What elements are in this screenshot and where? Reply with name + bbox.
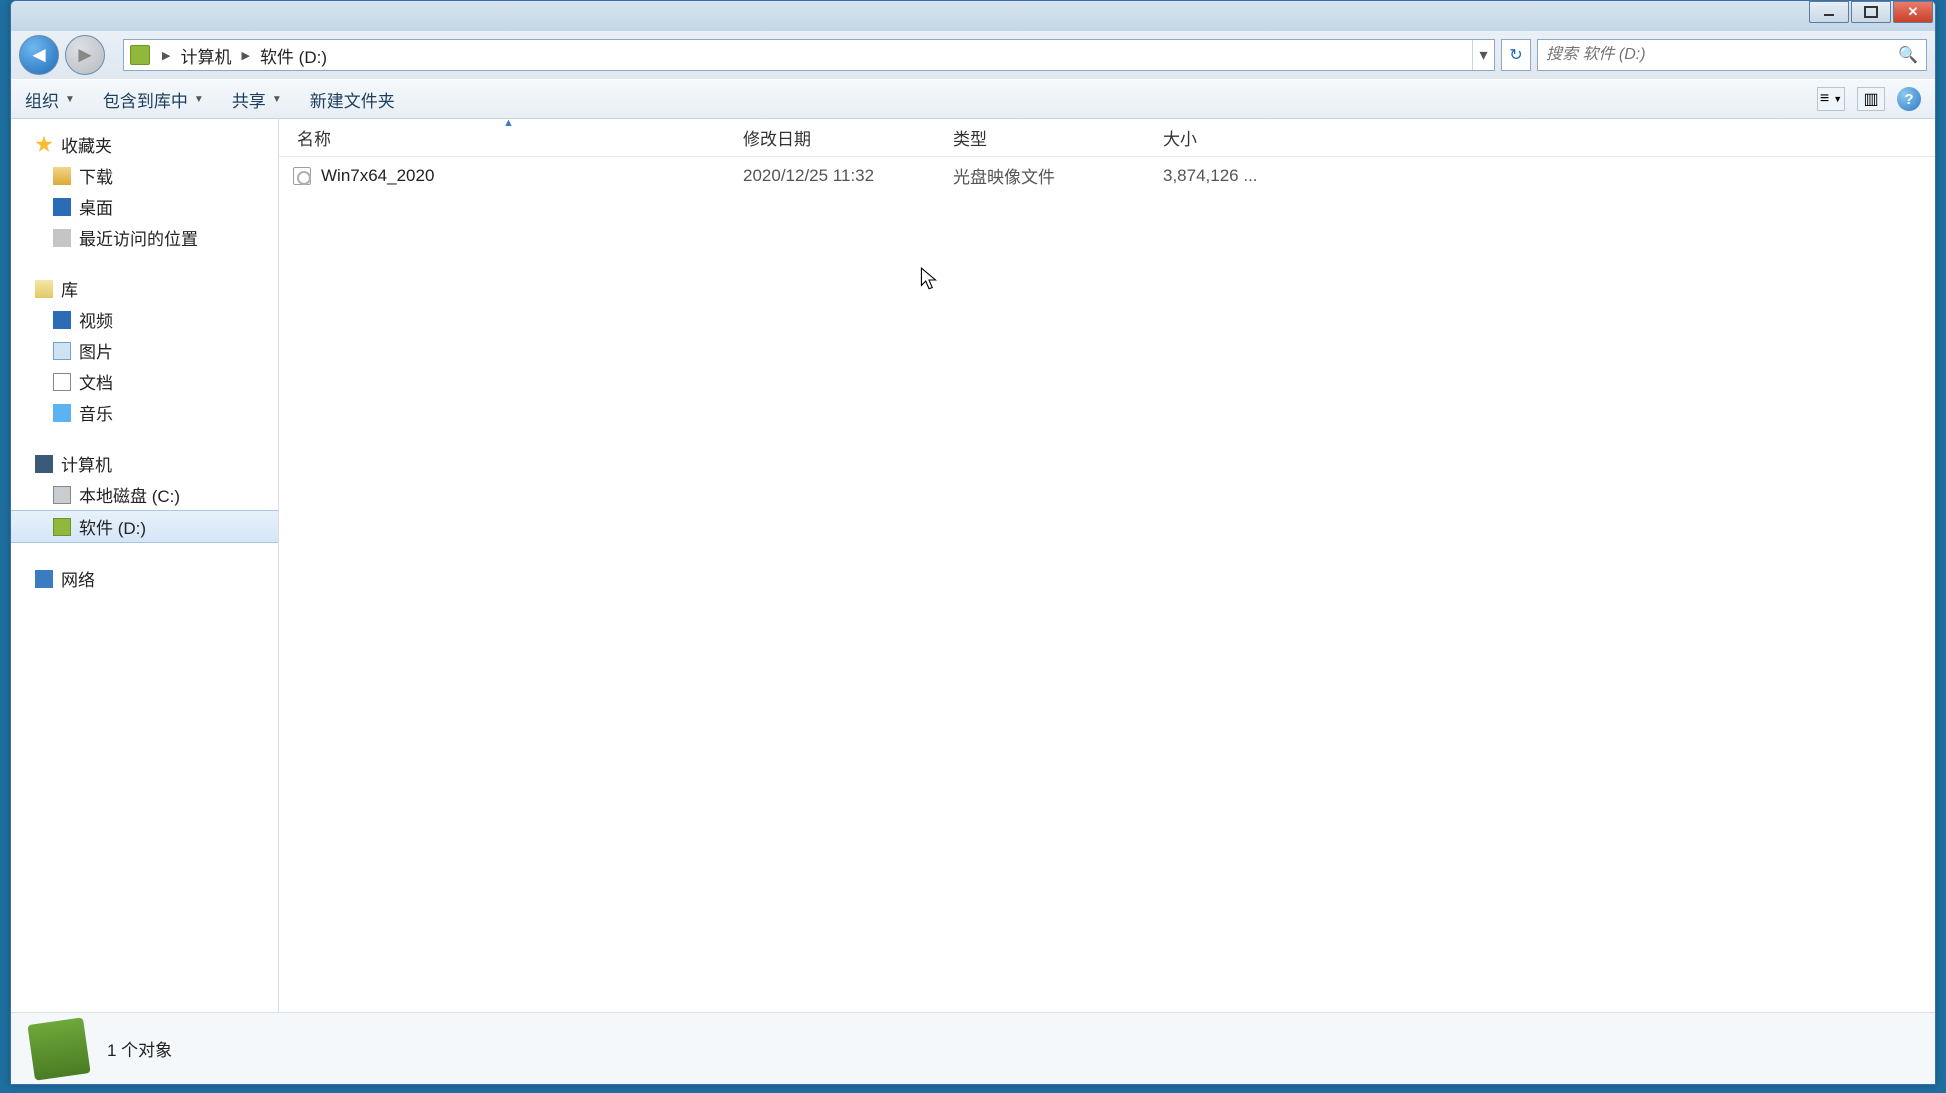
- picture-icon: [53, 342, 71, 360]
- navigation-pane[interactable]: 收藏夹 下载 桌面 最近访问的位置 库 视频 图片 文档 音乐 计算机 本地磁盘…: [11, 119, 279, 1012]
- sidebar-computer[interactable]: 计算机: [11, 448, 278, 479]
- maximize-button[interactable]: [1851, 1, 1891, 23]
- column-name[interactable]: 名称▲: [293, 125, 743, 150]
- dropdown-icon: ▼: [194, 94, 204, 105]
- document-icon: [53, 373, 71, 391]
- sidebar-item-label: 最近访问的位置: [79, 225, 198, 250]
- help-button[interactable]: ?: [1897, 87, 1921, 111]
- computer-icon: [35, 455, 53, 473]
- sidebar-item-label: 文档: [79, 369, 113, 394]
- sidebar-pictures[interactable]: 图片: [11, 335, 278, 366]
- organize-label: 组织: [25, 87, 59, 112]
- sidebar-downloads[interactable]: 下载: [11, 160, 278, 191]
- file-name: Win7x64_2020: [321, 166, 434, 186]
- sidebar-item-label: 视频: [79, 307, 113, 332]
- title-bar[interactable]: [11, 1, 1935, 31]
- nav-bar: ◄ ► ▶ 计算机 ▶ 软件 (D:) ▾ ↻ 🔍: [11, 31, 1935, 79]
- drive-icon: [53, 518, 71, 536]
- drive-large-icon: [27, 1017, 90, 1080]
- organize-button[interactable]: 组织 ▼: [25, 87, 75, 112]
- file-list-pane: 名称▲ 修改日期 类型 大小 Win7x64_2020 2020/12/25 1…: [279, 119, 1935, 1012]
- file-date: 2020/12/25 11:32: [743, 166, 953, 186]
- library-icon: [35, 280, 53, 298]
- sidebar-item-label: 网络: [61, 566, 95, 591]
- toolbar: 组织 ▼ 包含到库中 ▼ 共享 ▼ 新建文件夹 ≡▼ ▥ ?: [11, 79, 1935, 119]
- sidebar-music[interactable]: 音乐: [11, 397, 278, 428]
- sidebar-item-label: 计算机: [61, 451, 112, 476]
- cursor-icon: [919, 267, 939, 298]
- address-dropdown-icon[interactable]: ▾: [1472, 40, 1494, 70]
- recent-icon: [53, 229, 71, 247]
- column-date[interactable]: 修改日期: [743, 125, 953, 150]
- sidebar-favorites[interactable]: 收藏夹: [11, 129, 278, 160]
- close-button[interactable]: [1893, 1, 1933, 23]
- sidebar-documents[interactable]: 文档: [11, 366, 278, 397]
- sidebar-desktop[interactable]: 桌面: [11, 191, 278, 222]
- dropdown-icon: ▼: [65, 94, 75, 105]
- include-label: 包含到库中: [103, 87, 188, 112]
- new-folder-label: 新建文件夹: [310, 87, 395, 112]
- file-row[interactable]: Win7x64_2020 2020/12/25 11:32 光盘映像文件 3,8…: [279, 157, 1935, 194]
- sidebar-item-label: 桌面: [79, 194, 113, 219]
- star-icon: [35, 136, 53, 154]
- sidebar-item-label: 图片: [79, 338, 113, 363]
- preview-pane-button[interactable]: ▥: [1857, 87, 1885, 111]
- sidebar-libraries[interactable]: 库: [11, 273, 278, 304]
- file-area[interactable]: Win7x64_2020 2020/12/25 11:32 光盘映像文件 3,8…: [279, 157, 1935, 1012]
- sidebar-item-label: 库: [61, 276, 78, 301]
- explorer-window: ◄ ► ▶ 计算机 ▶ 软件 (D:) ▾ ↻ 🔍 组织 ▼ 包含到库中 ▼ 共享 ▼…: [10, 0, 1936, 1085]
- sidebar-item-label: 软件 (D:): [79, 514, 146, 539]
- address-bar[interactable]: ▶ 计算机 ▶ 软件 (D:) ▾: [123, 39, 1495, 71]
- search-icon[interactable]: 🔍: [1898, 45, 1918, 65]
- music-icon: [53, 404, 71, 422]
- breadcrumb-computer[interactable]: 计算机: [176, 43, 235, 68]
- iso-file-icon: [293, 167, 311, 185]
- sidebar-item-label: 本地磁盘 (C:): [79, 482, 180, 507]
- search-box[interactable]: 🔍: [1537, 39, 1927, 71]
- breadcrumb-sep-icon: ▶: [156, 49, 176, 62]
- breadcrumb-drive[interactable]: 软件 (D:): [256, 43, 331, 68]
- sidebar-drive-d[interactable]: 软件 (D:): [11, 510, 278, 543]
- drive-icon: [53, 486, 71, 504]
- share-label: 共享: [232, 87, 266, 112]
- sidebar-drive-c[interactable]: 本地磁盘 (C:): [11, 479, 278, 510]
- drive-icon: [130, 45, 150, 65]
- sort-indicator-icon: ▲: [503, 117, 514, 129]
- column-size[interactable]: 大小: [1163, 125, 1293, 150]
- minimize-button[interactable]: [1809, 1, 1849, 23]
- refresh-button[interactable]: ↻: [1501, 39, 1531, 71]
- sidebar-item-label: 收藏夹: [61, 132, 112, 157]
- new-folder-button[interactable]: 新建文件夹: [310, 87, 395, 112]
- explorer-body: 收藏夹 下载 桌面 最近访问的位置 库 视频 图片 文档 音乐 计算机 本地磁盘…: [11, 119, 1935, 1012]
- sidebar-item-label: 下载: [79, 163, 113, 188]
- search-input[interactable]: [1546, 46, 1898, 64]
- sidebar-videos[interactable]: 视频: [11, 304, 278, 335]
- column-label: 名称: [297, 130, 331, 149]
- sidebar-item-label: 音乐: [79, 400, 113, 425]
- back-button[interactable]: ◄: [19, 35, 59, 75]
- status-bar: 1 个对象: [11, 1012, 1935, 1084]
- downloads-icon: [53, 167, 71, 185]
- column-type[interactable]: 类型: [953, 125, 1163, 150]
- network-icon: [35, 570, 53, 588]
- file-type: 光盘映像文件: [953, 163, 1163, 188]
- sidebar-recent[interactable]: 最近访问的位置: [11, 222, 278, 253]
- desktop-icon: [53, 198, 71, 216]
- share-button[interactable]: 共享 ▼: [232, 87, 282, 112]
- video-icon: [53, 311, 71, 329]
- file-size: 3,874,126 ...: [1163, 166, 1293, 186]
- status-text: 1 个对象: [107, 1036, 172, 1061]
- breadcrumb-sep-icon: ▶: [235, 49, 255, 62]
- view-options-button[interactable]: ≡▼: [1817, 87, 1845, 111]
- column-headers[interactable]: 名称▲ 修改日期 类型 大小: [279, 119, 1935, 157]
- forward-button[interactable]: ►: [65, 35, 105, 75]
- sidebar-network[interactable]: 网络: [11, 563, 278, 594]
- include-library-button[interactable]: 包含到库中 ▼: [103, 87, 204, 112]
- dropdown-icon: ▼: [272, 94, 282, 105]
